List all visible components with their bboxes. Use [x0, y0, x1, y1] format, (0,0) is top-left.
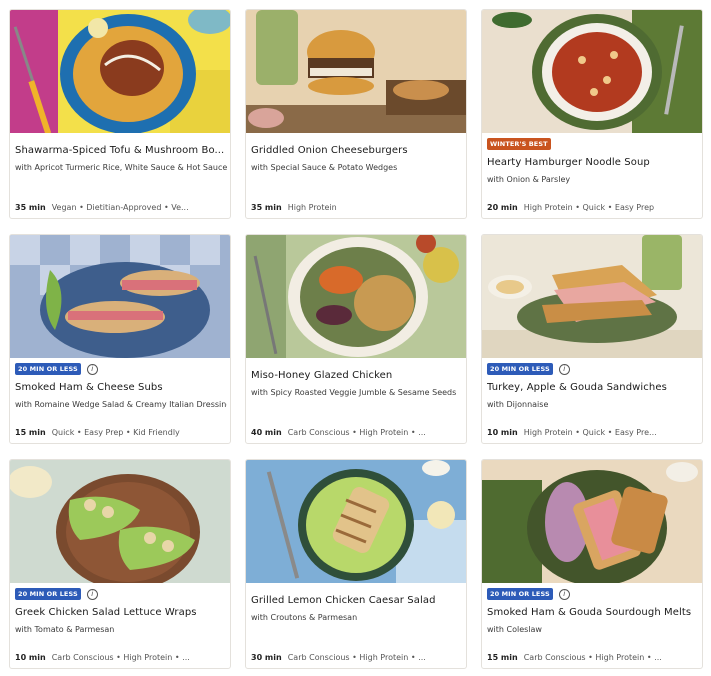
cook-time: 10 min [487, 428, 518, 437]
recipe-title[interactable]: Shawarma-Spiced Tofu & Mushroom Bo... [15, 145, 227, 156]
recipe-subtitle: with Dijonnaise [487, 400, 549, 409]
cook-time: 15 min [15, 428, 46, 437]
info-icon[interactable]: i [86, 588, 98, 600]
20-min-or-less-badge: 20 MIN OR LESS [487, 588, 553, 600]
recipe-title[interactable]: Smoked Ham & Cheese Subs [15, 382, 227, 393]
recipe-image[interactable] [10, 460, 230, 583]
recipe-card[interactable]: 20 MIN OR LESS i Greek Chicken Salad Lett… [9, 459, 231, 669]
recipe-tags: Carb Conscious • High Protein • ... [287, 428, 426, 437]
info-icon[interactable]: i [86, 363, 98, 375]
20-min-or-less-badge: 20 MIN OR LESS [15, 588, 81, 600]
recipe-card[interactable]: 20 MIN OR LESS i Smoked Ham & Gouda Sourd… [481, 459, 703, 669]
recipe-subtitle: with Special Sauce & Potato Wedges [251, 163, 398, 172]
recipe-meta: 30 min Carb Conscious • High Protein • ..… [251, 653, 463, 662]
recipe-tags: Carb Conscious • High Protein • ... [51, 653, 190, 662]
recipe-title[interactable]: Smoked Ham & Gouda Sourdough Melts [487, 607, 699, 618]
20-min-or-less-badge: 20 MIN OR LESS [487, 363, 553, 375]
recipe-tags: High Protein • Quick • Easy Pre... [523, 428, 657, 437]
recipe-tags: High Protein [287, 203, 337, 212]
info-icon[interactable]: i [558, 363, 570, 375]
recipe-meta: 35 min Vegan • Dietitian-Approved • Ve... [15, 203, 227, 212]
recipe-card[interactable]: Miso-Honey Glazed Chicken with Spicy Roa… [245, 234, 467, 444]
recipe-subtitle: with Onion & Parsley [487, 175, 571, 184]
recipe-meta: 10 min Carb Conscious • High Protein • ..… [15, 653, 227, 662]
recipe-meta: 10 min High Protein • Quick • Easy Pre... [487, 428, 699, 437]
recipe-card[interactable]: Shawarma-Spiced Tofu & Mushroom Bo... wi… [9, 9, 231, 219]
recipe-grid: Shawarma-Spiced Tofu & Mushroom Bo... wi… [0, 0, 711, 676]
info-icon[interactable]: i [558, 588, 570, 600]
recipe-card[interactable]: 20 MIN OR LESS i Turkey, Apple & Gouda Sa… [481, 234, 703, 444]
recipe-card[interactable]: Griddled Onion Cheeseburgers with Specia… [245, 9, 467, 219]
recipe-card[interactable]: WINTER'S BEST Hearty Hamburger Noodle So… [481, 9, 703, 219]
cook-time: 15 min [487, 653, 518, 662]
recipe-image[interactable] [482, 460, 702, 583]
recipe-meta: 15 min Quick • Easy Prep • Kid Friendly [15, 428, 227, 437]
recipe-meta: 35 min High Protein [251, 203, 463, 212]
recipe-subtitle: with Croutons & Parmesan [251, 613, 358, 622]
recipe-image[interactable] [482, 235, 702, 358]
recipe-subtitle: with Apricot Turmeric Rice, White Sauce … [15, 163, 227, 172]
recipe-title[interactable]: Miso-Honey Glazed Chicken [251, 370, 463, 381]
recipe-card[interactable]: 20 MIN OR LESS i Smoked Ham & Cheese Subs… [9, 234, 231, 444]
recipe-image[interactable] [246, 460, 466, 583]
recipe-image[interactable] [10, 10, 230, 133]
recipe-title[interactable]: Turkey, Apple & Gouda Sandwiches [487, 382, 699, 393]
recipe-meta: 20 min High Protein • Quick • Easy Prep [487, 203, 699, 212]
recipe-subtitle: with Coleslaw [487, 625, 542, 634]
recipe-tags: Carb Conscious • High Protein • ... [287, 653, 426, 662]
20-min-or-less-badge: 20 MIN OR LESS [15, 363, 81, 375]
cook-time: 40 min [251, 428, 282, 437]
cook-time: 35 min [15, 203, 46, 212]
cook-time: 30 min [251, 653, 282, 662]
recipe-card[interactable]: Grilled Lemon Chicken Caesar Salad with … [245, 459, 467, 669]
cook-time: 20 min [487, 203, 518, 212]
recipe-meta: 15 min Carb Conscious • High Protein • ..… [487, 653, 699, 662]
winters-best-badge: WINTER'S BEST [487, 138, 551, 150]
recipe-title[interactable]: Hearty Hamburger Noodle Soup [487, 157, 699, 168]
recipe-image[interactable] [10, 235, 230, 358]
recipe-meta: 40 min Carb Conscious • High Protein • ..… [251, 428, 463, 437]
recipe-title[interactable]: Grilled Lemon Chicken Caesar Salad [251, 595, 463, 606]
recipe-image[interactable] [246, 10, 466, 133]
cook-time: 10 min [15, 653, 46, 662]
recipe-title[interactable]: Greek Chicken Salad Lettuce Wraps [15, 607, 227, 618]
recipe-tags: High Protein • Quick • Easy Prep [523, 203, 655, 212]
recipe-tags: Carb Conscious • High Protein • ... [523, 653, 662, 662]
recipe-tags: Vegan • Dietitian-Approved • Ve... [51, 203, 189, 212]
recipe-tags: Quick • Easy Prep • Kid Friendly [51, 428, 180, 437]
recipe-image[interactable] [246, 235, 466, 358]
recipe-image[interactable] [482, 10, 702, 133]
recipe-subtitle: with Romaine Wedge Salad & Creamy Italia… [15, 400, 227, 409]
recipe-subtitle: with Spicy Roasted Veggie Jumble & Sesam… [251, 388, 457, 397]
recipe-title[interactable]: Griddled Onion Cheeseburgers [251, 145, 463, 156]
recipe-subtitle: with Tomato & Parmesan [15, 625, 115, 634]
cook-time: 35 min [251, 203, 282, 212]
